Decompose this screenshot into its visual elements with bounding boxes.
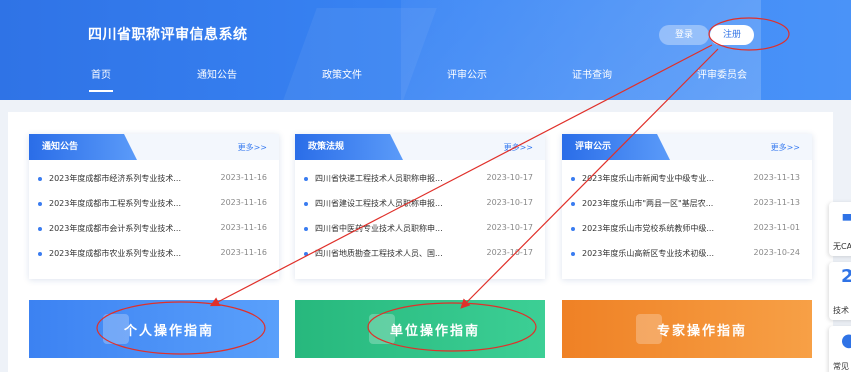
bullet-icon xyxy=(304,177,308,181)
policy-card: 政策法规 更多>> 四川省快递工程技术人员职称申报... 2023-10-17 四… xyxy=(295,134,545,279)
more-link[interactable]: 更多>> xyxy=(504,142,533,153)
bullet-icon xyxy=(571,177,575,181)
bullet-icon xyxy=(571,227,575,231)
bullet-icon xyxy=(38,177,42,181)
bullet-icon xyxy=(304,227,308,231)
nav-item-home[interactable]: 首页 xyxy=(89,66,113,92)
list-item[interactable]: 四川省中医药专业技术人员职称申... 2023-10-17 xyxy=(295,222,545,236)
expert-guide-button[interactable]: 专家操作指南 xyxy=(562,300,812,358)
list-item[interactable]: 2023年度乐山市新闻专业中级专业... 2023-11-13 xyxy=(562,172,812,186)
personal-guide-label: 个人操作指南 xyxy=(123,324,214,339)
login-button[interactable]: 登录 xyxy=(659,25,709,45)
nav-item-certificate-query[interactable]: 证书查询 xyxy=(572,66,612,81)
nav-item-review-committee[interactable]: 评审委员会 xyxy=(697,66,747,81)
more-link[interactable]: 更多>> xyxy=(771,142,800,153)
card-tab-publicity: 评审公示 xyxy=(562,134,670,160)
help-icon: ● xyxy=(841,330,851,351)
card-header: 通知公告 更多>> xyxy=(29,134,279,160)
bullet-icon xyxy=(38,202,42,206)
card-header: 政策法规 更多>> xyxy=(295,134,545,160)
main-nav: 首页 通知公告 政策文件 评审公示 证书查询 评审委员会 xyxy=(0,66,851,96)
side-widget-tech[interactable]: 2 技术 xyxy=(829,262,851,320)
card-tab-notices: 通知公告 xyxy=(29,134,137,160)
expert-guide-label: 专家操作指南 xyxy=(656,324,747,339)
list-item[interactable]: 四川省建设工程技术人员职称申报... 2023-10-17 xyxy=(295,197,545,211)
site-title: 四川省职称评审信息系统 xyxy=(88,27,248,43)
bullet-icon xyxy=(304,252,308,256)
card-tab-policies: 政策法规 xyxy=(295,134,403,160)
list-item[interactable]: 2023年度乐山市"两县一区"基层农... 2023-11-13 xyxy=(562,197,812,211)
document-icon: ▬ xyxy=(841,206,851,227)
side-widget-faq[interactable]: ● 常见 xyxy=(829,326,851,372)
list-item[interactable]: 2023年度成都市农业系列专业技术... 2023-11-16 xyxy=(29,247,279,261)
personal-guide-button[interactable]: 个人操作指南 xyxy=(29,300,279,358)
nav-item-notices[interactable]: 通知公告 xyxy=(197,66,237,81)
bullet-icon xyxy=(571,202,575,206)
bullet-icon xyxy=(304,202,308,206)
bullet-icon xyxy=(571,252,575,256)
site-header: 四川省职称评审信息系统 登录 注册 首页 通知公告 政策文件 评审公示 证书查询… xyxy=(0,0,851,100)
unit-guide-button[interactable]: 单位操作指南 xyxy=(295,300,545,358)
list-item[interactable]: 2023年度成都市经济系列专业技术... 2023-11-16 xyxy=(29,172,279,186)
list-item[interactable]: 四川省地质勘查工程技术人员、国... 2023-10-17 xyxy=(295,247,545,261)
register-button[interactable]: 注册 xyxy=(710,25,754,45)
bullet-icon xyxy=(38,227,42,231)
more-link[interactable]: 更多>> xyxy=(238,142,267,153)
list-item[interactable]: 2023年度乐山高新区专业技术初级... 2023-10-24 xyxy=(562,247,812,261)
nav-item-policies[interactable]: 政策文件 xyxy=(322,66,362,81)
list-item[interactable]: 2023年度成都市工程系列专业技术... 2023-11-16 xyxy=(29,197,279,211)
list-item[interactable]: 2023年度成都市会计系列专业技术... 2023-11-16 xyxy=(29,222,279,236)
publicity-card: 评审公示 更多>> 2023年度乐山市新闻专业中级专业... 2023-11-13… xyxy=(562,134,812,279)
nav-item-review-publicity[interactable]: 评审公示 xyxy=(447,66,487,81)
list-item[interactable]: 四川省快递工程技术人员职称申报... 2023-10-17 xyxy=(295,172,545,186)
card-header: 评审公示 更多>> xyxy=(562,134,812,160)
list-item[interactable]: 2023年度乐山市党校系统教师中级... 2023-11-01 xyxy=(562,222,812,236)
notice-card: 通知公告 更多>> 2023年度成都市经济系列专业技术... 2023-11-16… xyxy=(29,134,279,279)
unit-guide-label: 单位操作指南 xyxy=(389,324,480,339)
number-icon: 2 xyxy=(841,266,851,287)
bullet-icon xyxy=(38,252,42,256)
side-widget-no-ca[interactable]: ▬ 无CA xyxy=(829,202,851,256)
